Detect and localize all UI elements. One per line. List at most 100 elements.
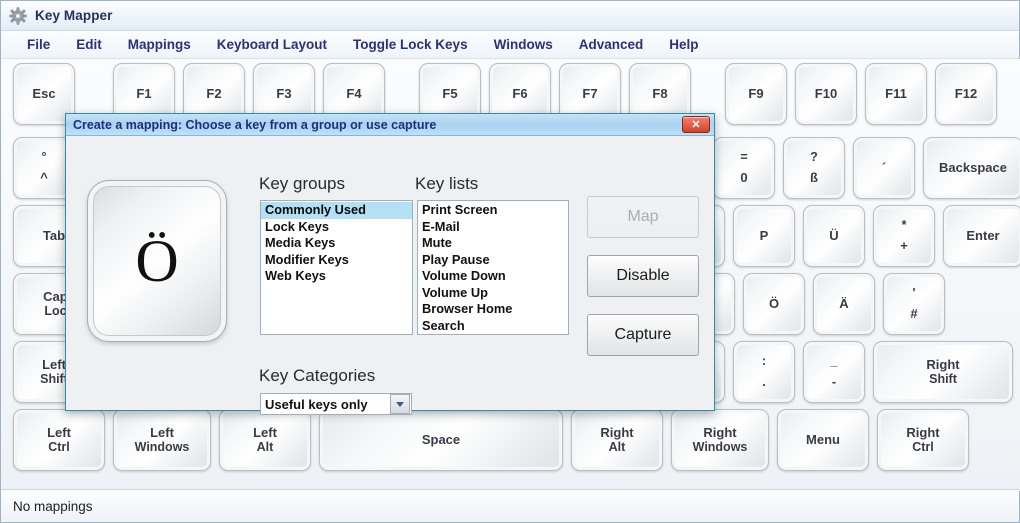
menu-item-file[interactable]: File — [17, 34, 60, 55]
key-label: F2 — [206, 85, 222, 101]
key-label-line2: Ctrl — [912, 440, 934, 455]
key-group-item[interactable]: Lock Keys — [261, 219, 412, 236]
key-group-item[interactable]: Commonly Used — [261, 202, 412, 219]
menu-item-edit[interactable]: Edit — [66, 34, 112, 55]
key-label: F11 — [885, 85, 907, 101]
key-key[interactable]: ´ — [853, 137, 915, 199]
key-list-item[interactable]: Mute — [418, 235, 568, 252]
key-label: F4 — [346, 85, 362, 101]
key-p[interactable]: P — [733, 205, 795, 267]
key-label: F1 — [136, 85, 152, 101]
key-list-item[interactable]: E-Mail — [418, 219, 568, 236]
key-group-item[interactable]: Modifier Keys — [261, 252, 412, 269]
key-label-upper: * — [901, 218, 907, 233]
key-label-lower: # — [910, 306, 918, 322]
key-list-item[interactable]: Volume Up — [418, 285, 568, 302]
key-key[interactable]: Ö — [743, 273, 805, 335]
key-label: Ü — [829, 227, 839, 243]
key-label-lower: + — [900, 238, 908, 254]
window-titlebar: Key Mapper — [1, 1, 1019, 31]
key-label-line2: Shift — [40, 372, 68, 387]
menu-item-keyboard-layout[interactable]: Keyboard Layout — [207, 34, 337, 55]
key-f11[interactable]: F11 — [865, 63, 927, 125]
key-f10[interactable]: F10 — [795, 63, 857, 125]
key-label: P — [759, 227, 769, 243]
key-label-lower: - — [831, 374, 837, 390]
key-label-line2: Windows — [692, 440, 748, 455]
key-right-alt[interactable]: Right Alt — [571, 409, 663, 471]
key-group-item[interactable]: Media Keys — [261, 235, 412, 252]
key-list-item[interactable]: Print Screen — [418, 202, 568, 219]
chevron-down-icon[interactable] — [390, 394, 410, 414]
key-label-line1: Left — [253, 424, 277, 440]
key-label: F7 — [582, 85, 598, 101]
statusbar: No mappings — [1, 489, 1019, 522]
key-label-line1: Right — [926, 356, 960, 372]
key-left-ctrl[interactable]: Left Ctrl — [13, 409, 105, 471]
dialog-body: Ö Key groups Key lists Key Categories Co… — [66, 136, 714, 415]
key-left-alt[interactable]: Left Alt — [219, 409, 311, 471]
close-icon[interactable]: ✕ — [682, 116, 710, 133]
key-list-item[interactable]: Search — [418, 318, 568, 335]
key-key[interactable]: :. — [733, 341, 795, 403]
key-right-shift[interactable]: Right Shift — [873, 341, 1013, 403]
menu-item-help[interactable]: Help — [659, 34, 708, 55]
key-groups-listbox[interactable]: Commonly Used Lock Keys Media Keys Modifier… — [260, 200, 413, 335]
dialog-titlebar: Create a mapping: Choose a key from a gr… — [66, 114, 714, 136]
key-right-ctrl[interactable]: Right Ctrl — [877, 409, 969, 471]
key-lists-listbox[interactable]: Print Screen E-Mail Mute Play Pause Volume D… — [417, 200, 569, 335]
key-label-line1: Right — [906, 424, 940, 440]
key-label-line2: Alt — [256, 440, 274, 455]
key-0[interactable]: = 0 — [713, 137, 775, 199]
key-label-line2: Alt — [608, 440, 626, 455]
menu-item-advanced[interactable]: Advanced — [569, 34, 654, 55]
key-label-line1: Left — [42, 356, 66, 372]
dialog-title: Create a mapping: Choose a key from a gr… — [73, 117, 437, 132]
menu-item-mappings[interactable]: Mappings — [118, 34, 201, 55]
key-backspace[interactable]: Backspace — [923, 137, 1020, 199]
key-key[interactable]: * + — [873, 205, 935, 267]
key-key[interactable]: Ä — [813, 273, 875, 335]
key-group-item[interactable]: Web Keys — [261, 268, 412, 285]
menubar: File Edit Mappings Keyboard Layout Toggle Lo… — [1, 31, 1019, 59]
menu-item-windows[interactable]: Windows — [484, 34, 563, 55]
key-list-item[interactable]: Play Pause — [418, 252, 568, 269]
key-space[interactable]: Space — [319, 409, 563, 471]
key-label: F12 — [954, 85, 978, 101]
key-label-line1: Left — [150, 424, 174, 440]
preview-key-glyph: Ö — [135, 228, 179, 294]
key-label-upper: _ — [830, 354, 838, 369]
key-label: Esc — [32, 85, 56, 101]
key-label: Ö — [768, 295, 780, 311]
key-enter[interactable]: Enter — [943, 205, 1020, 267]
key-key[interactable]: _ - — [803, 341, 865, 403]
key-f12[interactable]: F12 — [935, 63, 997, 125]
key-list-item[interactable]: Volume Down — [418, 268, 568, 285]
disable-button[interactable]: Disable — [587, 255, 699, 297]
key-left-windows[interactable]: Left Windows — [113, 409, 211, 471]
key-key[interactable]: Ü — [803, 205, 865, 267]
map-button[interactable]: Map — [587, 196, 699, 238]
key-menu[interactable]: Menu — [777, 409, 869, 471]
key-label: Enter — [966, 227, 1000, 243]
key-list-item[interactable]: Browser Home — [418, 301, 568, 318]
key-key[interactable]: ' # — [883, 273, 945, 335]
key-categories-select[interactable]: Useful keys only — [260, 393, 412, 415]
key-label: F3 — [276, 85, 292, 101]
key-key[interactable]: ? ß — [783, 137, 845, 199]
key-label-line1: Right — [703, 424, 737, 440]
window-title: Key Mapper — [35, 8, 113, 23]
key-label: F6 — [512, 85, 528, 101]
gear-icon — [9, 6, 27, 25]
key-right-windows[interactable]: Right Windows — [671, 409, 769, 471]
create-mapping-dialog: Create a mapping: Choose a key from a gr… — [65, 113, 715, 415]
key-label-line2: Ctrl — [48, 440, 70, 455]
key-f9[interactable]: F9 — [725, 63, 787, 125]
key-label-upper: : — [761, 354, 767, 369]
key-label-upper: ' — [912, 286, 916, 301]
menu-item-toggle-lock-keys[interactable]: Toggle Lock Keys — [343, 34, 478, 55]
capture-button[interactable]: Capture — [587, 314, 699, 356]
key-groups-label: Key groups — [259, 174, 345, 193]
key-categories-value: Useful keys only — [265, 396, 368, 412]
key-label-line1: Left — [47, 424, 71, 440]
